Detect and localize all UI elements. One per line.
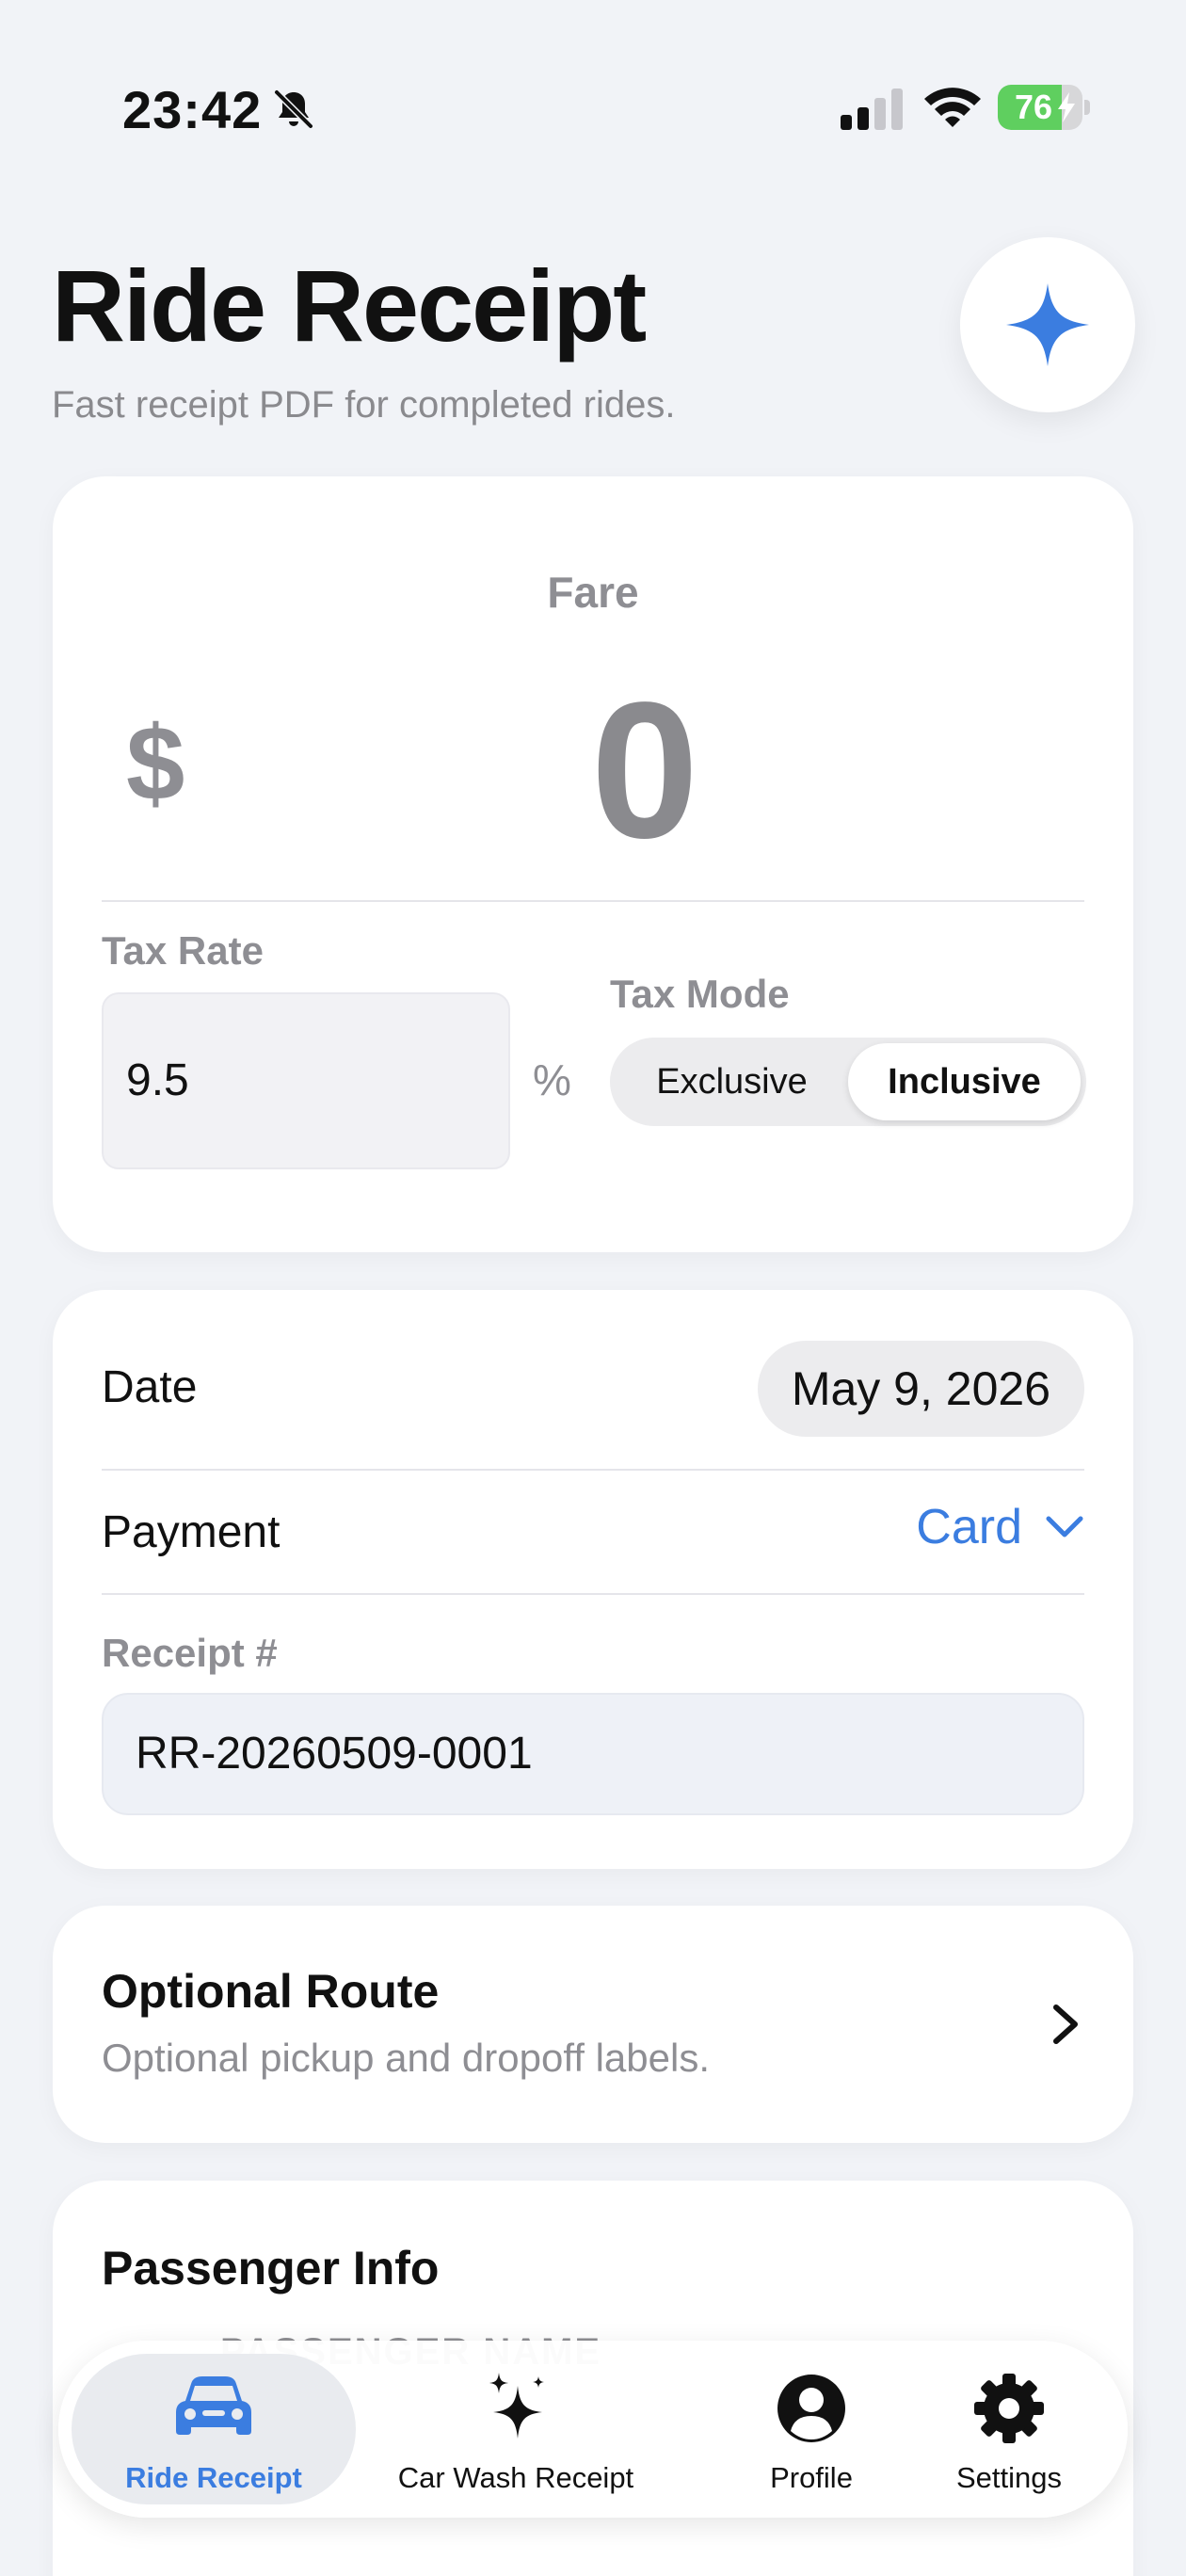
- bell-slash-icon: [274, 89, 313, 129]
- payment-picker[interactable]: Card: [916, 1499, 1084, 1555]
- receipt-number-label: Receipt #: [102, 1631, 278, 1675]
- tax-mode-segmented-control: Exclusive Inclusive: [610, 1038, 1086, 1126]
- payment-value: Card: [916, 1500, 1022, 1554]
- car-icon: [176, 2376, 251, 2435]
- passenger-info-title: Passenger Info: [102, 2242, 440, 2294]
- tax-rate-input[interactable]: 9.5: [102, 992, 510, 1169]
- tab-car-wash-receipt[interactable]: Car Wash Receipt: [375, 2341, 657, 2518]
- cellular-signal-icon: [841, 89, 903, 130]
- route-subtitle: Optional pickup and dropoff labels.: [102, 2036, 710, 2080]
- tax-mode-inclusive[interactable]: Inclusive: [848, 1043, 1081, 1120]
- page-title: Ride Receipt: [52, 249, 647, 362]
- optional-route-row[interactable]: Optional Route Optional pickup and dropo…: [53, 1906, 1133, 2143]
- person-circle-icon: [777, 2375, 845, 2442]
- tax-mode-label: Tax Mode: [610, 972, 790, 1016]
- date-picker[interactable]: May 9, 2026: [757, 1341, 1084, 1437]
- receipt-number-input[interactable]: RR-20260509-0001: [102, 1693, 1084, 1815]
- divider: [102, 1469, 1084, 1471]
- tab-label: Ride Receipt: [125, 2461, 302, 2494]
- status-bar: 23:42 76: [0, 0, 1186, 217]
- sparkle-icon: [1006, 283, 1089, 366]
- charging-bolt-icon: [1058, 92, 1075, 122]
- tab-label: Settings: [955, 2461, 1062, 2494]
- payment-label: Payment: [102, 1507, 280, 1557]
- tab-bar: Ride Receipt Car Wash Receipt Profile Se…: [58, 2341, 1128, 2518]
- tax-mode-exclusive[interactable]: Exclusive: [616, 1043, 848, 1120]
- chevron-right-icon: [1053, 2004, 1078, 2044]
- tab-label: Profile: [770, 2461, 853, 2494]
- fare-amount-input[interactable]: 0: [53, 659, 1133, 882]
- gear-icon: [974, 2374, 1044, 2443]
- ai-sparkle-button[interactable]: [960, 237, 1135, 412]
- date-label: Date: [102, 1362, 198, 1412]
- fare-label: Fare: [547, 568, 639, 617]
- tab-label: Car Wash Receipt: [397, 2461, 634, 2494]
- tab-settings[interactable]: Settings: [906, 2341, 1113, 2518]
- status-time: 23:42: [122, 80, 263, 139]
- route-title: Optional Route: [102, 1965, 440, 2018]
- percent-symbol: %: [533, 1055, 571, 1104]
- divider: [102, 900, 1084, 902]
- divider: [102, 1593, 1084, 1595]
- page-subtitle: Fast receipt PDF for completed rides.: [52, 384, 676, 426]
- tab-profile[interactable]: Profile: [717, 2341, 906, 2518]
- sparkles-icon: [489, 2373, 544, 2439]
- tax-rate-label: Tax Rate: [102, 928, 264, 973]
- battery-indicator: 76: [998, 85, 1090, 132]
- tab-ride-receipt[interactable]: Ride Receipt: [72, 2341, 356, 2518]
- details-card: Date May 9, 2026 Payment Card Receipt # …: [53, 1290, 1133, 1869]
- wifi-icon: [924, 88, 981, 127]
- fare-card: Fare $ 0 Tax Rate 9.5 % Tax Mode Exclusi…: [53, 476, 1133, 1252]
- chevron-down-icon: [1046, 1516, 1083, 1538]
